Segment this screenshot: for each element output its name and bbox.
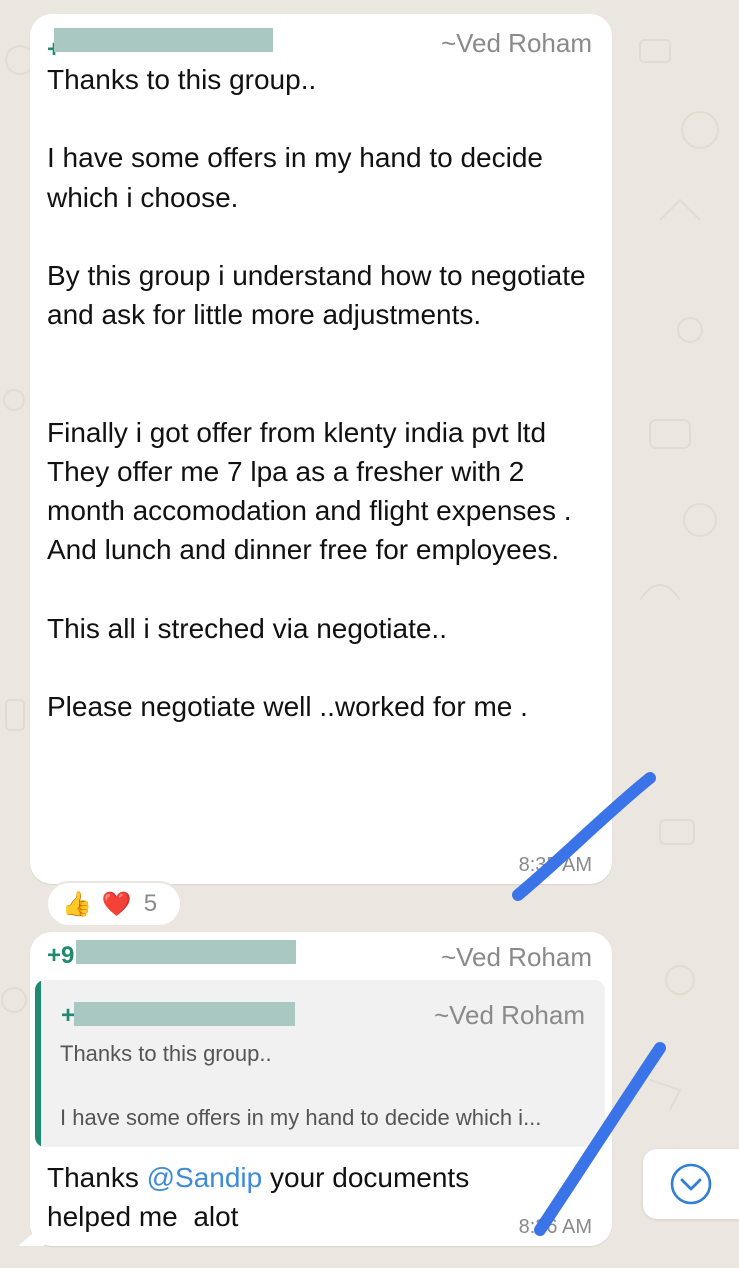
sender-name[interactable]: ~Ved Roham — [441, 942, 592, 973]
sender-phone-prefix: +9 — [47, 942, 75, 969]
message-bubble-1[interactable]: + ~Ved Roham Thanks to this group.. I ha… — [30, 14, 612, 884]
message-bubble-2[interactable]: +9 ~Ved Roham + ~Ved Roham Thanks to thi… — [18, 932, 612, 1246]
message-time: 8:35 AM — [518, 854, 592, 876]
message-time: 8:36 AM — [518, 1216, 592, 1238]
reply-prefix: Thanks — [47, 1162, 147, 1193]
reaction-count: 5 — [143, 890, 158, 917]
heart-icon: ❤️ — [101, 890, 132, 918]
mention-link[interactable]: @Sandip — [147, 1162, 263, 1193]
message-text: Thanks @Sandip your documents helped me … — [47, 1158, 567, 1236]
sender-name[interactable]: ~Ved Roham — [441, 28, 592, 59]
redacted-phone-number — [76, 940, 296, 964]
quote-phone-prefix: + — [61, 1002, 76, 1029]
quote-accent-bar — [35, 980, 41, 1147]
chevron-down-circle-icon — [670, 1163, 712, 1205]
quoted-message[interactable]: + ~Ved Roham Thanks to this group.. I ha… — [35, 980, 605, 1147]
reaction-bar[interactable]: 👍 ❤️ 5 — [46, 881, 182, 927]
message-text: Thanks to this group.. I have some offer… — [47, 64, 586, 723]
scroll-to-bottom-button[interactable] — [643, 1149, 739, 1219]
thumbs-up-icon: 👍 — [62, 890, 92, 918]
redacted-phone-number — [74, 1002, 295, 1026]
quote-text: Thanks to this group.. I have some offer… — [60, 1041, 542, 1130]
quote-sender-name: ~Ved Roham — [433, 1000, 585, 1030]
redacted-phone-number — [54, 28, 273, 52]
